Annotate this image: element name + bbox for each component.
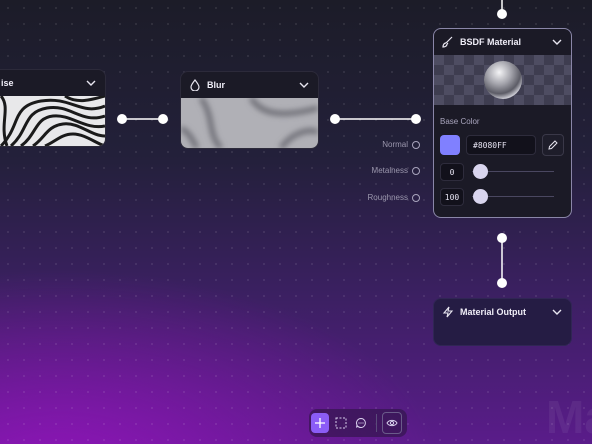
material-sphere-preview [434,55,571,105]
lightning-icon [442,306,454,318]
roughness-value-input[interactable]: 100 [440,188,464,206]
bsdf-top-socket[interactable] [497,9,507,19]
blur-node[interactable]: Blur [180,71,319,149]
noise-node[interactable]: ise [0,69,106,147]
bsdf-node-title: BSDF Material [460,37,522,47]
chevron-down-icon[interactable] [551,36,563,48]
blur-node-header[interactable]: Blur [181,72,318,98]
comment-icon [356,417,367,428]
noise-node-title: ise [1,78,14,88]
roughness-slider[interactable] [472,189,554,205]
material-output-header[interactable]: Material Output [434,299,571,325]
noise-preview [0,96,105,146]
bsdf-base-color-input-socket[interactable] [411,114,421,124]
blur-output-socket[interactable] [330,114,340,124]
roughness-slider-knob[interactable] [473,189,488,204]
eyedropper-icon [548,140,558,150]
metalness-value-input[interactable]: 0 [440,163,464,181]
socket-label-roughness: Roughness [367,193,408,202]
normal-input-socket[interactable] [412,141,420,149]
material-output-input-socket[interactable] [497,278,507,288]
add-node-button[interactable] [311,413,329,433]
metalness-slider[interactable] [472,164,554,180]
eyedropper-button[interactable] [542,134,564,156]
noise-node-header[interactable]: ise [0,70,105,96]
base-color-label: Base Color [440,117,480,126]
blur-node-title: Blur [207,80,225,90]
watermark-text: Ma [546,391,592,443]
socket-label-normal: Normal [382,140,408,149]
preview-toggle-button[interactable] [382,412,403,434]
bottom-toolbar [309,409,407,437]
base-color-swatch[interactable] [440,135,460,155]
material-output-node[interactable]: Material Output [433,298,572,346]
preview-eye-icon [386,419,398,427]
base-color-hex-input[interactable]: #8080FF [466,135,536,155]
socket-label-metalness: Metalness [371,166,408,175]
chevron-down-icon[interactable] [298,79,310,91]
roughness-input-socket[interactable] [412,194,420,202]
noise-output-socket[interactable] [117,114,127,124]
bsdf-output-socket[interactable] [497,233,507,243]
paintbrush-icon [442,36,453,48]
bsdf-material-node[interactable]: BSDF Material Base Color #8080FF 0 100 [433,28,572,218]
blur-preview [181,98,318,148]
material-output-title: Material Output [460,307,527,317]
box-select-button[interactable] [332,413,350,433]
droplet-icon [190,79,200,91]
chevron-down-icon[interactable] [551,306,563,318]
chevron-down-icon[interactable] [85,77,97,89]
select-rect-icon [335,417,347,429]
comment-button[interactable] [353,413,371,433]
metalness-slider-knob[interactable] [473,164,488,179]
bsdf-node-header[interactable]: BSDF Material [434,29,571,55]
toolbar-separator [376,414,378,432]
metalness-input-socket[interactable] [412,167,420,175]
add-icon [314,418,325,428]
blur-input-socket[interactable] [158,114,168,124]
